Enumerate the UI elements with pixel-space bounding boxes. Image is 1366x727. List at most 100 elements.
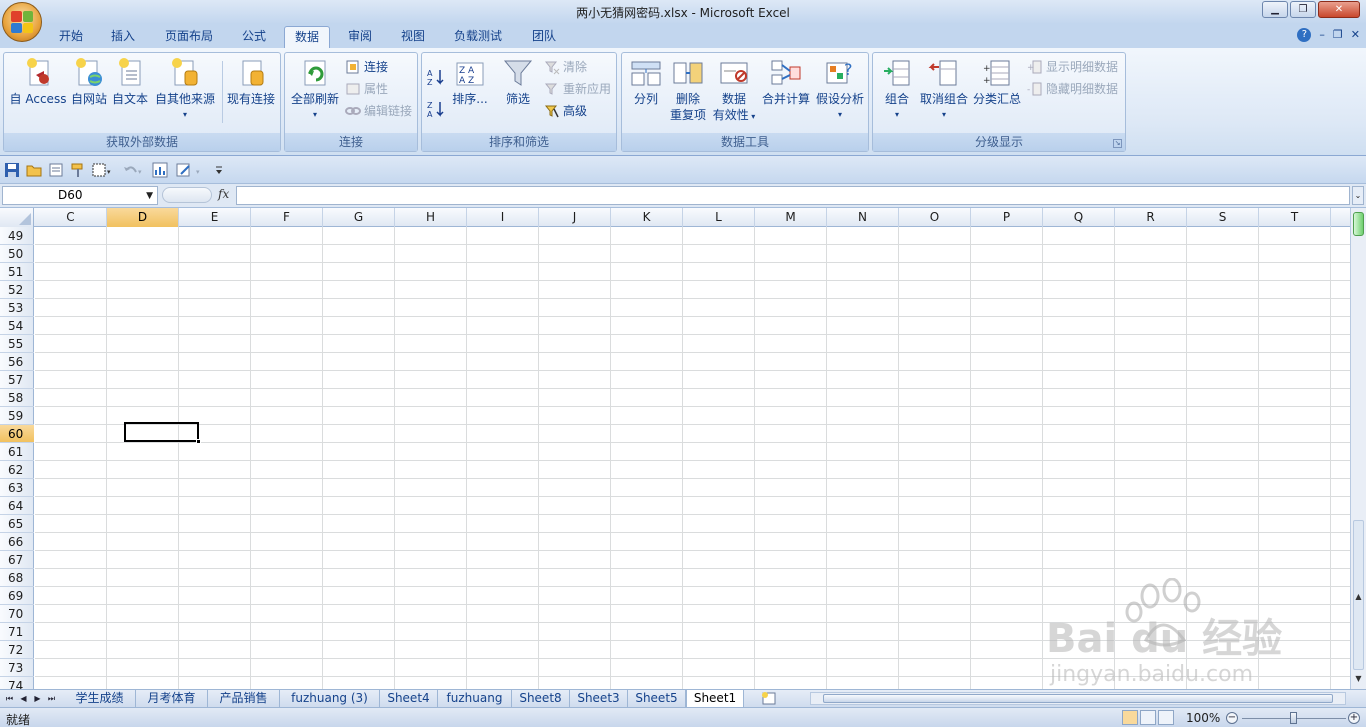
fill-handle[interactable] xyxy=(196,439,201,444)
zoom-slider[interactable]: − + xyxy=(1226,712,1362,725)
text-to-columns-button[interactable]: 分列 xyxy=(626,57,666,127)
column-header[interactable]: C xyxy=(35,208,107,227)
row-header[interactable]: 51 xyxy=(0,263,34,281)
tab-team[interactable]: 团队 xyxy=(524,26,564,48)
row-header[interactable]: 55 xyxy=(0,335,34,353)
first-sheet-icon[interactable]: ⏮ xyxy=(4,692,15,705)
sheet-tab[interactable]: 月考体育 xyxy=(136,690,208,707)
subtotal-button[interactable]: + + 分类汇总 xyxy=(971,57,1023,127)
undo-icon[interactable]: ▾ xyxy=(122,162,146,178)
what-if-analysis-button[interactable]: ? 假设分析 ▾ xyxy=(814,57,866,127)
consolidate-button[interactable]: 合并计算 xyxy=(760,57,812,127)
tab-view[interactable]: 视图 xyxy=(394,26,432,48)
print-preview-icon[interactable] xyxy=(48,162,64,178)
row-header[interactable]: 71 xyxy=(0,623,34,641)
column-header[interactable]: G xyxy=(323,208,395,227)
from-text-button[interactable]: 自文本 xyxy=(110,57,150,127)
row-header[interactable]: 61 xyxy=(0,443,34,461)
column-header[interactable]: Q xyxy=(1043,208,1115,227)
sheet-tab[interactable]: Sheet1 xyxy=(686,690,744,707)
sheet-tab[interactable]: Sheet4 xyxy=(380,690,438,707)
insert-function-button[interactable]: fx xyxy=(218,187,229,201)
properties-button[interactable]: 属性 xyxy=(345,79,388,99)
doc-restore-icon[interactable]: ❐ xyxy=(1333,28,1343,42)
tab-load-test[interactable]: 负载测试 xyxy=(446,26,510,48)
row-header[interactable]: 66 xyxy=(0,533,34,551)
column-header[interactable]: I xyxy=(467,208,539,227)
row-header[interactable]: 50 xyxy=(0,245,34,263)
row-header[interactable]: 62 xyxy=(0,461,34,479)
row-header[interactable]: 63 xyxy=(0,479,34,497)
vertical-scrollbar[interactable]: ▲ ▲ ▼ xyxy=(1350,208,1366,689)
refresh-all-button[interactable]: 全部刷新 ▾ xyxy=(287,57,343,127)
advanced-filter-button[interactable]: 高级 xyxy=(544,101,587,121)
ungroup-button[interactable]: 取消组合 ▾ xyxy=(919,57,969,127)
edit-icon[interactable]: ▾ xyxy=(176,162,206,178)
row-header[interactable]: 67 xyxy=(0,551,34,569)
column-header[interactable]: N xyxy=(827,208,899,227)
page-layout-view-icon[interactable] xyxy=(1140,710,1156,725)
column-header[interactable]: F xyxy=(251,208,323,227)
row-header[interactable]: 54 xyxy=(0,317,34,335)
sheet-tab[interactable]: Sheet8 xyxy=(512,690,570,707)
row-header[interactable]: 60 xyxy=(0,425,34,443)
zoom-in-icon[interactable]: + xyxy=(1348,712,1360,724)
connections-button[interactable]: 连接 xyxy=(345,57,388,77)
chart-icon[interactable] xyxy=(152,162,168,178)
row-header[interactable]: 64 xyxy=(0,497,34,515)
row-header[interactable]: 65 xyxy=(0,515,34,533)
cell-area[interactable] xyxy=(35,227,1350,689)
existing-connections-button[interactable]: 现有连接 xyxy=(224,57,278,127)
show-detail-button[interactable]: + 显示明细数据 xyxy=(1027,57,1118,77)
save-icon[interactable] xyxy=(4,162,20,178)
expand-formula-bar-icon[interactable]: ⌄ xyxy=(1352,186,1364,205)
dialog-launcher-icon[interactable]: ↘ xyxy=(1113,139,1122,148)
name-box-dropdown-icon[interactable]: ▼ xyxy=(146,188,153,205)
column-header[interactable]: J xyxy=(539,208,611,227)
row-header[interactable]: 72 xyxy=(0,641,34,659)
scroll-down-icon[interactable]: ▼ xyxy=(1353,674,1364,686)
sheet-tab[interactable]: 产品销售 xyxy=(208,690,280,707)
zoom-level[interactable]: 100% xyxy=(1186,711,1220,725)
column-header[interactable]: D xyxy=(107,208,179,227)
select-all-button[interactable] xyxy=(0,208,34,227)
zoom-out-icon[interactable]: − xyxy=(1226,712,1238,724)
clear-filter-button[interactable]: 清除 xyxy=(544,57,587,77)
prev-sheet-icon[interactable]: ◀ xyxy=(18,692,29,705)
tab-home[interactable]: 开始 xyxy=(52,26,90,48)
help-icon[interactable]: ? xyxy=(1297,28,1312,42)
remove-duplicates-button[interactable]: 删除 重复项 xyxy=(668,57,708,127)
row-header[interactable]: 53 xyxy=(0,299,34,317)
row-header[interactable]: 49 xyxy=(0,227,34,245)
row-header[interactable]: 52 xyxy=(0,281,34,299)
insert-sheet-icon[interactable] xyxy=(758,692,780,705)
borders-icon[interactable]: ▾ xyxy=(92,162,116,178)
page-break-view-icon[interactable] xyxy=(1158,710,1174,725)
restore-button[interactable]: ❐ xyxy=(1290,1,1316,18)
column-header[interactable]: L xyxy=(683,208,755,227)
sort-button[interactable]: Z AA Z 排序... xyxy=(450,57,490,127)
sheet-tab[interactable]: Sheet5 xyxy=(628,690,686,707)
column-header[interactable]: T xyxy=(1259,208,1331,227)
hide-detail-button[interactable]: - 隐藏明细数据 xyxy=(1027,79,1118,99)
open-folder-icon[interactable] xyxy=(26,162,42,178)
name-box[interactable]: D60 ▼ xyxy=(2,186,158,205)
row-header[interactable]: 57 xyxy=(0,371,34,389)
from-web-button[interactable]: 自网站 xyxy=(70,57,108,127)
reapply-button[interactable]: 重新应用 xyxy=(544,79,611,99)
column-header[interactable]: R xyxy=(1115,208,1187,227)
sheet-tab[interactable]: fuzhuang (3) xyxy=(280,690,380,707)
zoom-thumb[interactable] xyxy=(1290,712,1297,724)
tab-formulas[interactable]: 公式 xyxy=(234,26,274,48)
column-header[interactable]: K xyxy=(611,208,683,227)
row-header[interactable]: 69 xyxy=(0,587,34,605)
filter-button[interactable]: 筛选 xyxy=(498,57,538,127)
from-other-sources-button[interactable]: 自其他来源 ▾ xyxy=(152,57,218,127)
office-button[interactable] xyxy=(2,2,42,42)
format-painter-icon[interactable] xyxy=(70,162,86,178)
column-header[interactable]: H xyxy=(395,208,467,227)
normal-view-icon[interactable] xyxy=(1122,710,1138,725)
tab-page-layout[interactable]: 页面布局 xyxy=(158,26,220,48)
edit-links-button[interactable]: 编辑链接 xyxy=(345,101,412,121)
minimize-button[interactable]: ▁ xyxy=(1262,1,1288,18)
